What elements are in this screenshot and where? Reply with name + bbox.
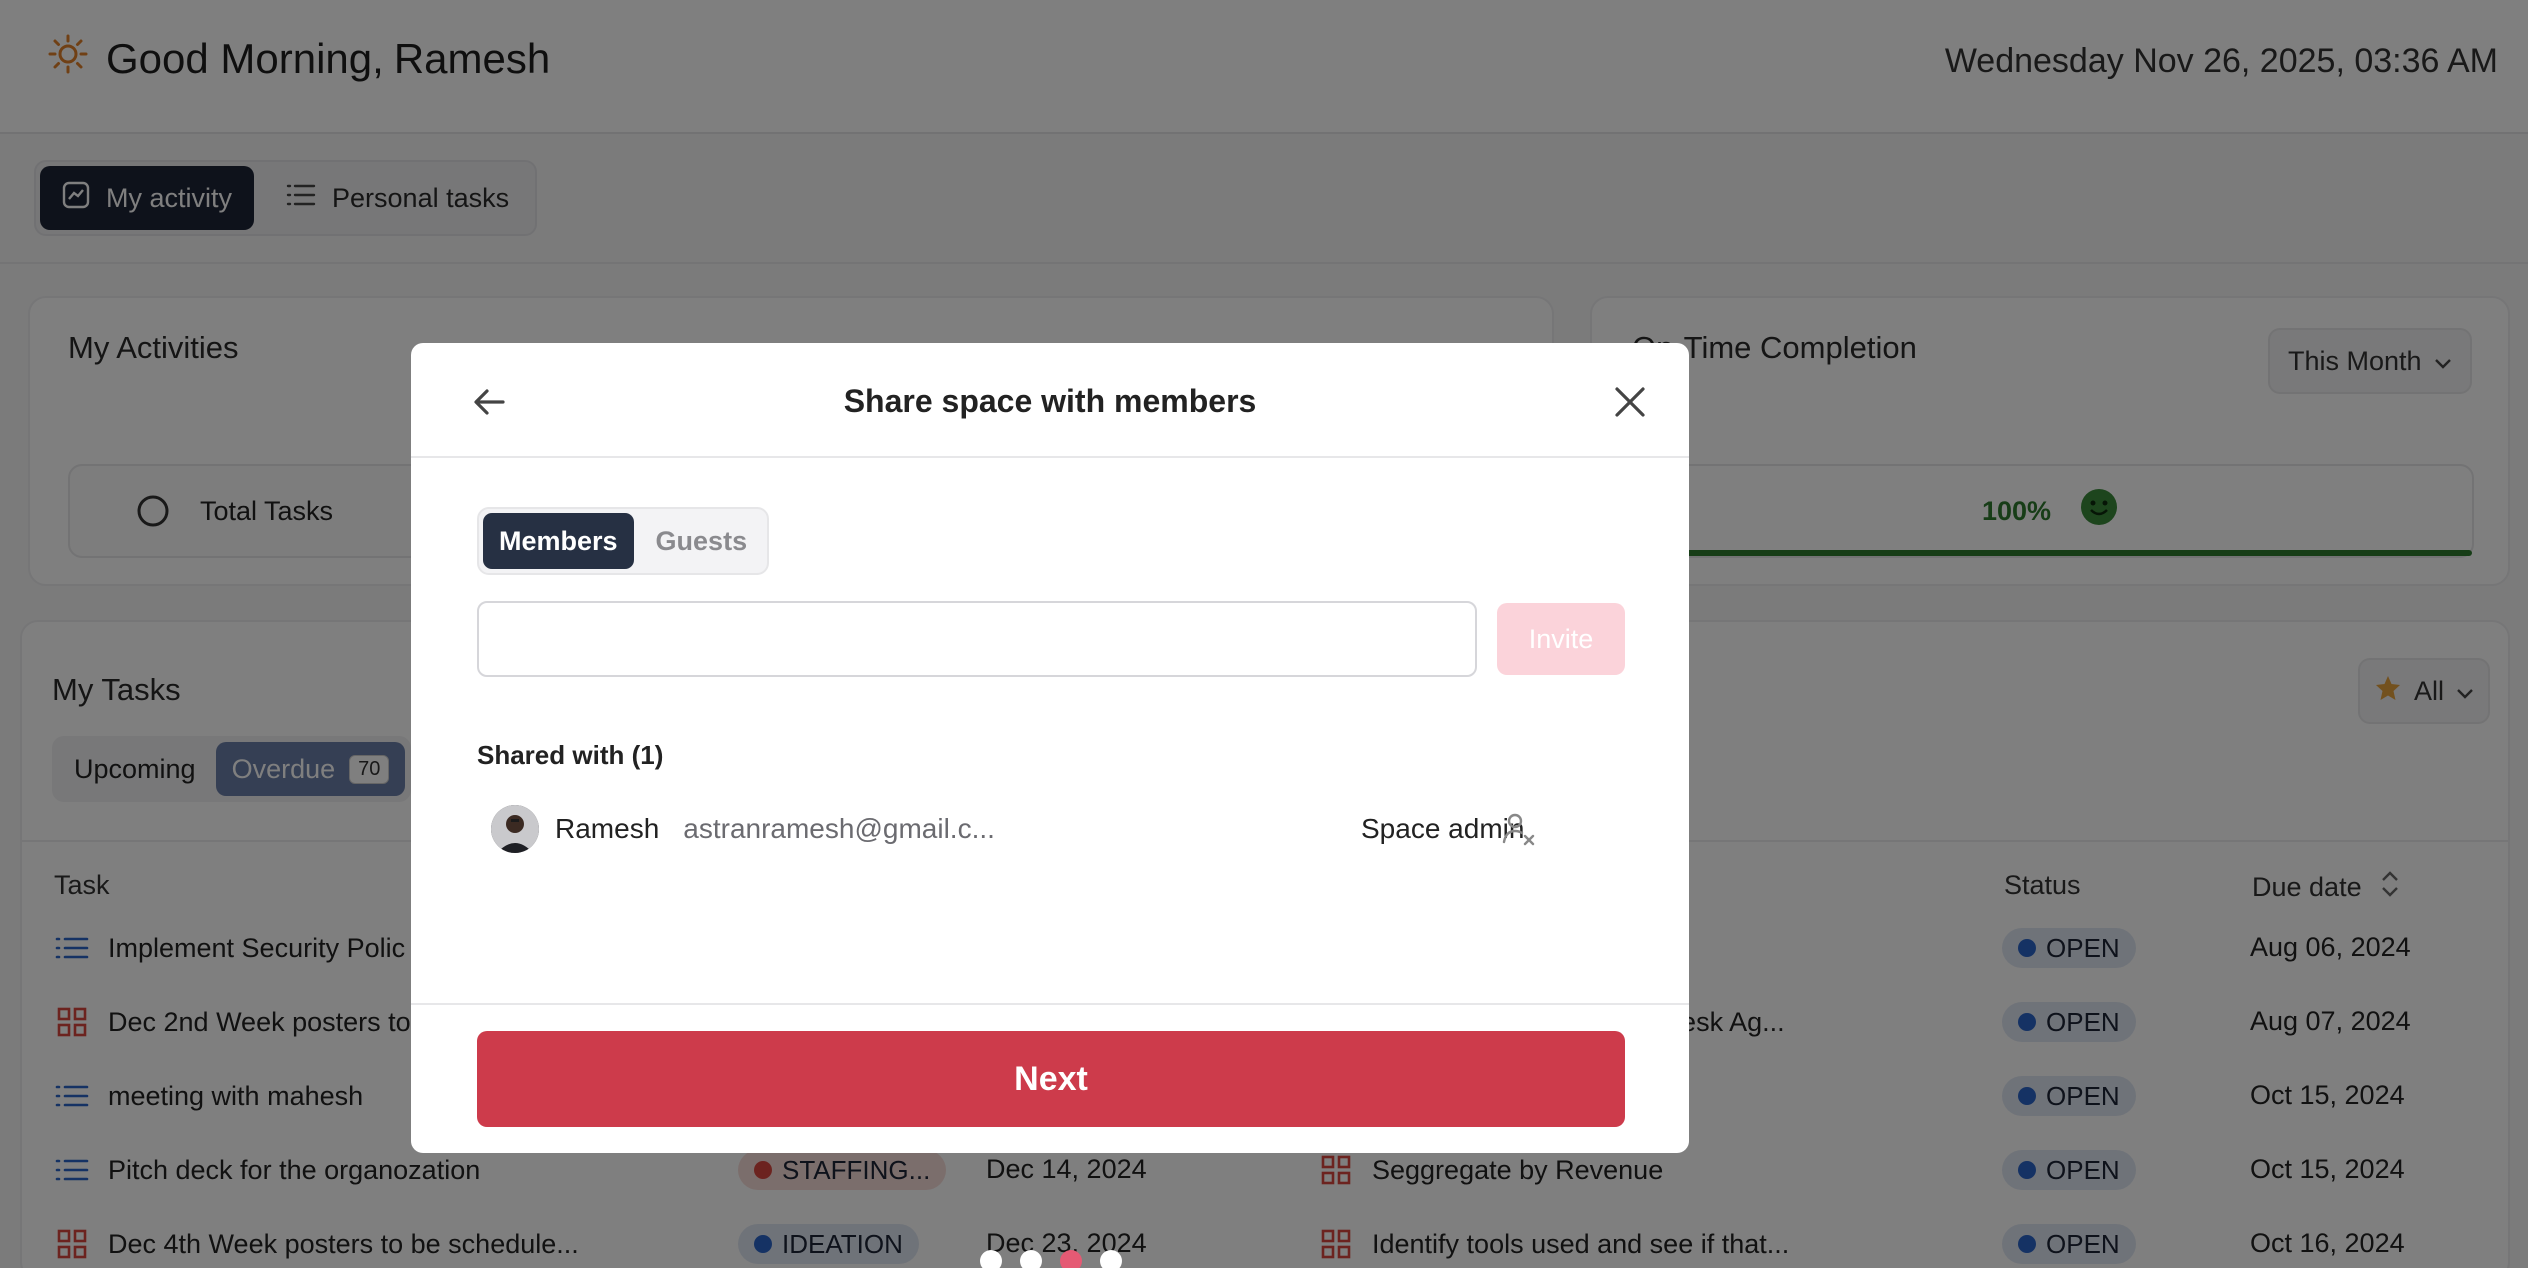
shared-with-heading: Shared with (1)	[477, 740, 664, 770]
member-row: Ramesh astranramesh@gmail.c... Space adm…	[491, 801, 1625, 857]
step-dot[interactable]	[1100, 1250, 1122, 1268]
modal-header: Share space with members	[411, 343, 1689, 458]
member-email: astranramesh@gmail.c...	[683, 813, 995, 844]
member-name: Ramesh	[555, 813, 660, 844]
avatar	[491, 805, 539, 853]
members-guests-toggle: Members Guests	[477, 507, 770, 575]
step-dot-active[interactable]	[1060, 1250, 1082, 1268]
step-dot[interactable]	[980, 1250, 1002, 1268]
tab-members[interactable]: Members	[483, 513, 634, 569]
modal-footer-divider	[411, 1003, 1689, 1005]
tab-guests[interactable]: Guests	[640, 513, 764, 569]
remove-user-icon[interactable]	[1499, 809, 1539, 849]
share-space-modal: Share space with members Members Guests …	[411, 343, 1689, 1153]
invite-email-input[interactable]	[477, 601, 1477, 677]
modal-title: Share space with members	[843, 383, 1257, 419]
close-icon[interactable]	[1607, 379, 1653, 425]
step-dot[interactable]	[1020, 1250, 1042, 1268]
onboarding-step-indicator	[980, 1250, 1122, 1268]
invite-button[interactable]: Invite	[1497, 603, 1625, 675]
next-button[interactable]: Next	[477, 1031, 1625, 1127]
